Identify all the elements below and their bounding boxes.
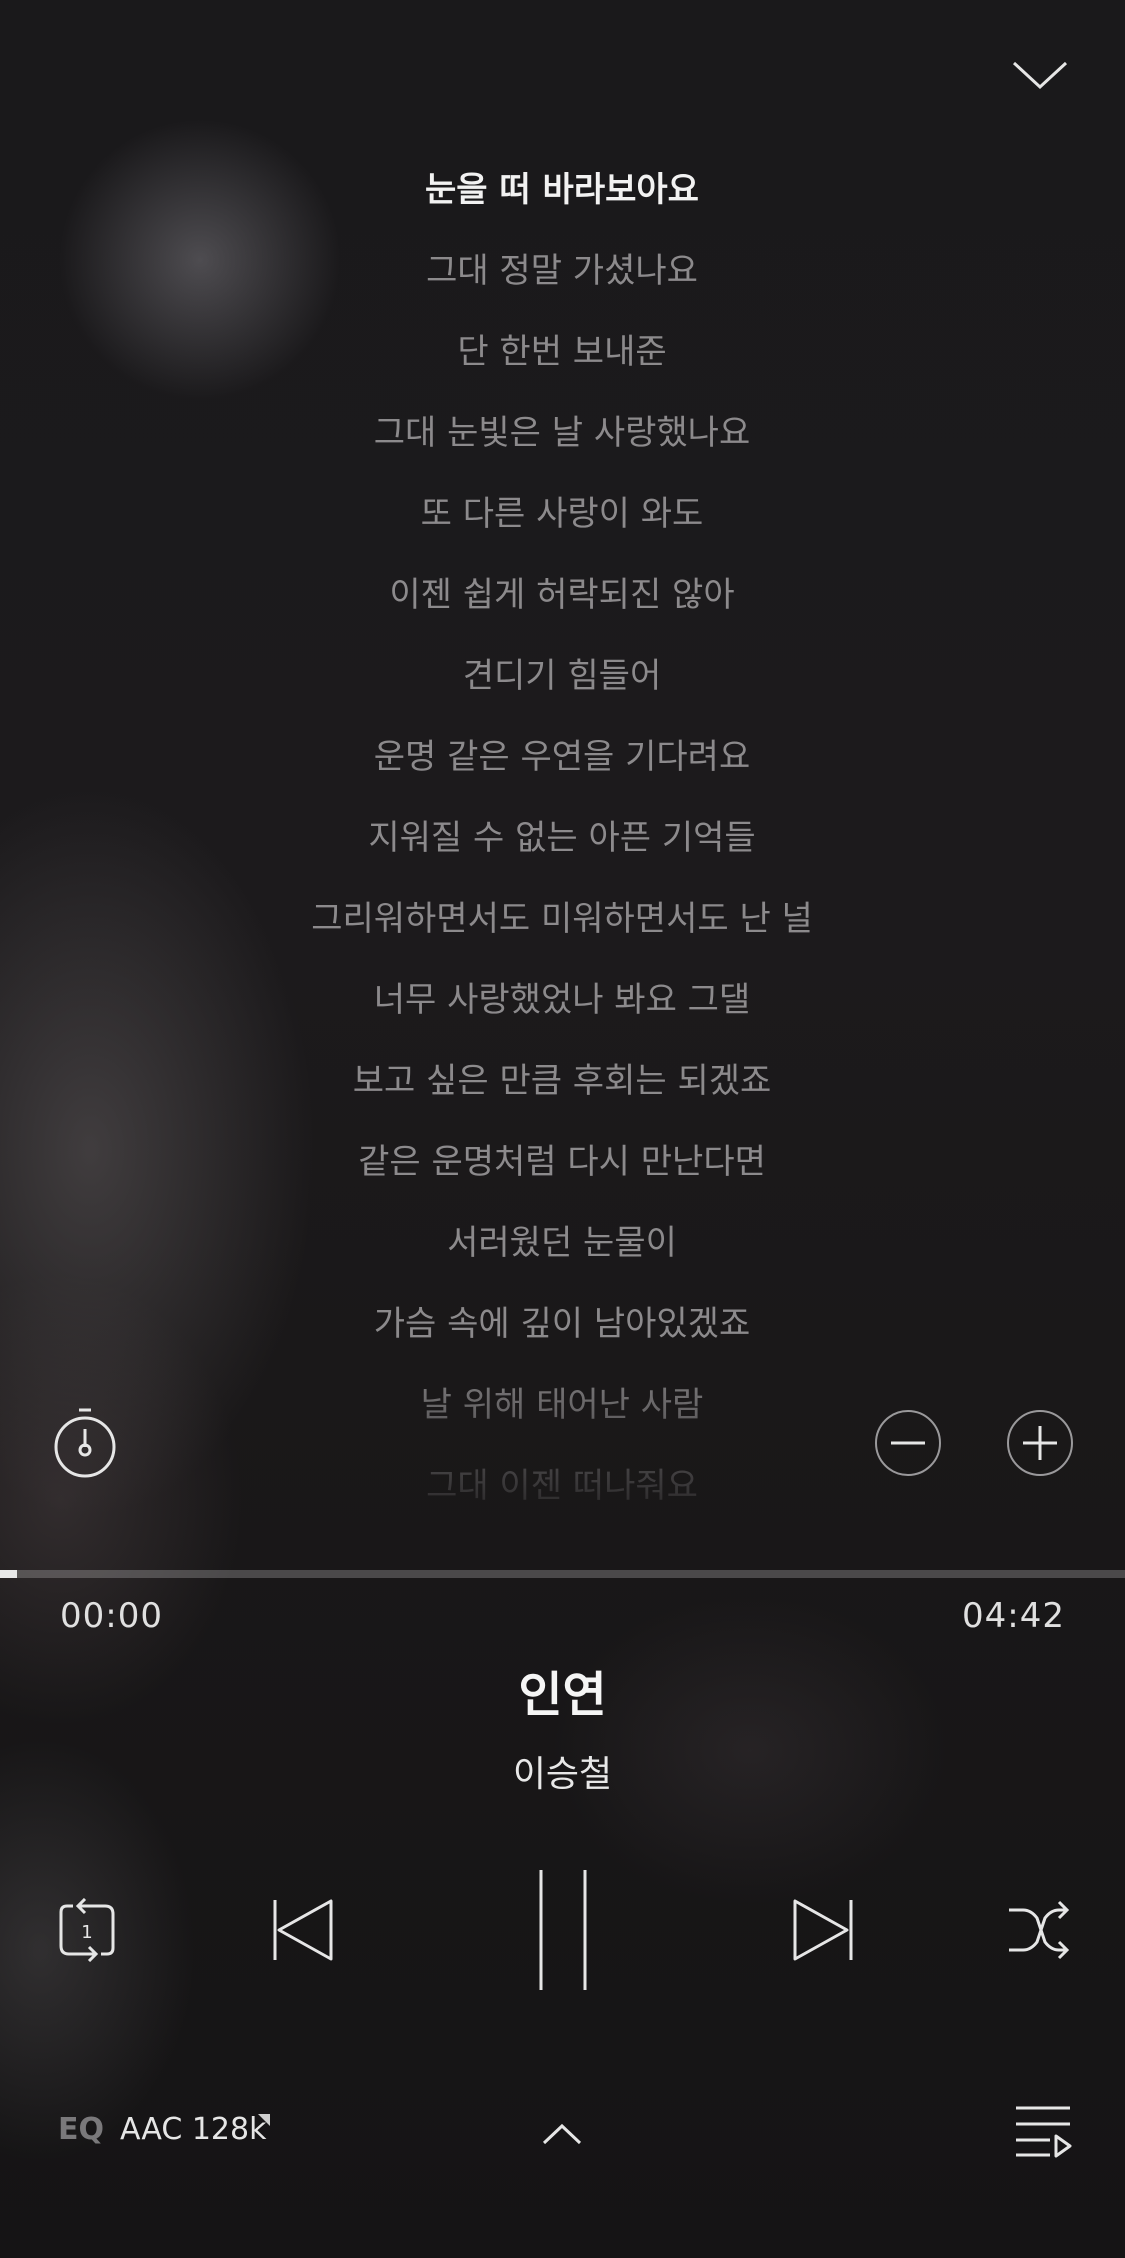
lyric-line[interactable]: 서러웠던 눈물이: [112, 1203, 1012, 1284]
lyric-line[interactable]: 같은 운명처럼 다시 만난다면: [112, 1122, 1012, 1203]
lyric-line[interactable]: 이젠 쉽게 허락되진 않아: [112, 555, 1012, 636]
pause-button[interactable]: [520, 1865, 606, 1995]
seek-bar-progress: [0, 1570, 17, 1578]
lyrics-font-decrease-button[interactable]: [874, 1409, 942, 1477]
total-time: 04:42: [962, 1596, 1065, 1636]
skip-next-icon: [793, 1899, 853, 1961]
playlist-icon: [1016, 2106, 1072, 2158]
collapse-button[interactable]: [1005, 50, 1075, 100]
lyric-line[interactable]: 가슴 속에 깊이 남아있겠죠: [112, 1284, 1012, 1365]
lyric-line[interactable]: 견디기 힘들어: [112, 636, 1012, 717]
eq-button[interactable]: EQ: [58, 2112, 104, 2147]
lyric-line[interactable]: 그대 정말 가셨나요: [112, 231, 1012, 312]
lyrics-list[interactable]: 눈을 떠 바라보아요 그대 정말 가셨나요 단 한번 보내준 그대 눈빛은 날 사랑했…: [112, 150, 1012, 1510]
lyric-line[interactable]: 보고 싶은 만큼 후회는 되겠죠: [112, 1041, 1012, 1122]
plus-circle-icon: [1007, 1410, 1073, 1476]
lyric-line[interactable]: 운명 같은 우연을 기다려요: [112, 717, 1012, 798]
repeat-one-icon: 1: [59, 1898, 115, 1962]
shuffle-button[interactable]: [1002, 1880, 1076, 1980]
chevron-down-icon: [1012, 61, 1068, 90]
shuffle-icon: [1009, 1900, 1070, 1960]
lyric-line[interactable]: 너무 사랑했었나 봐요 그댈: [112, 960, 1012, 1041]
artist-name[interactable]: 이승철: [0, 1745, 1125, 1797]
lyric-line[interactable]: 그대 눈빛은 날 사랑했나요: [112, 393, 1012, 474]
playlist-button[interactable]: [1014, 2104, 1072, 2158]
previous-track-button[interactable]: [266, 1880, 340, 1980]
quality-corner-icon: [258, 2114, 270, 2126]
sleep-timer-button[interactable]: [52, 1405, 118, 1481]
elapsed-time: 00:00: [60, 1596, 163, 1636]
next-track-button[interactable]: [786, 1880, 860, 1980]
seek-bar[interactable]: [0, 1570, 1125, 1578]
skip-previous-icon: [273, 1899, 333, 1961]
expand-button[interactable]: [536, 2116, 588, 2152]
minus-circle-icon: [875, 1410, 941, 1476]
lyric-line[interactable]: 그리워하면서도 미워하면서도 난 널: [112, 879, 1012, 960]
lyric-line[interactable]: 단 한번 보내준: [112, 312, 1012, 393]
stopwatch-icon: [54, 1408, 116, 1478]
lyric-line[interactable]: 또 다른 사랑이 와도: [112, 474, 1012, 555]
lyric-line[interactable]: 지워질 수 없는 아픈 기억들: [112, 798, 1012, 879]
lyrics-font-increase-button[interactable]: [1006, 1409, 1074, 1477]
current-lyric-line[interactable]: 눈을 떠 바라보아요: [112, 150, 1012, 231]
pause-icon: [539, 1870, 587, 1990]
chevron-up-icon: [542, 2123, 582, 2145]
song-title: 인연: [518, 1667, 607, 1723]
repeat-button[interactable]: 1: [50, 1880, 124, 1980]
audio-quality-button[interactable]: AAC 128k: [120, 2112, 266, 2147]
svg-text:1: 1: [81, 1922, 92, 1943]
